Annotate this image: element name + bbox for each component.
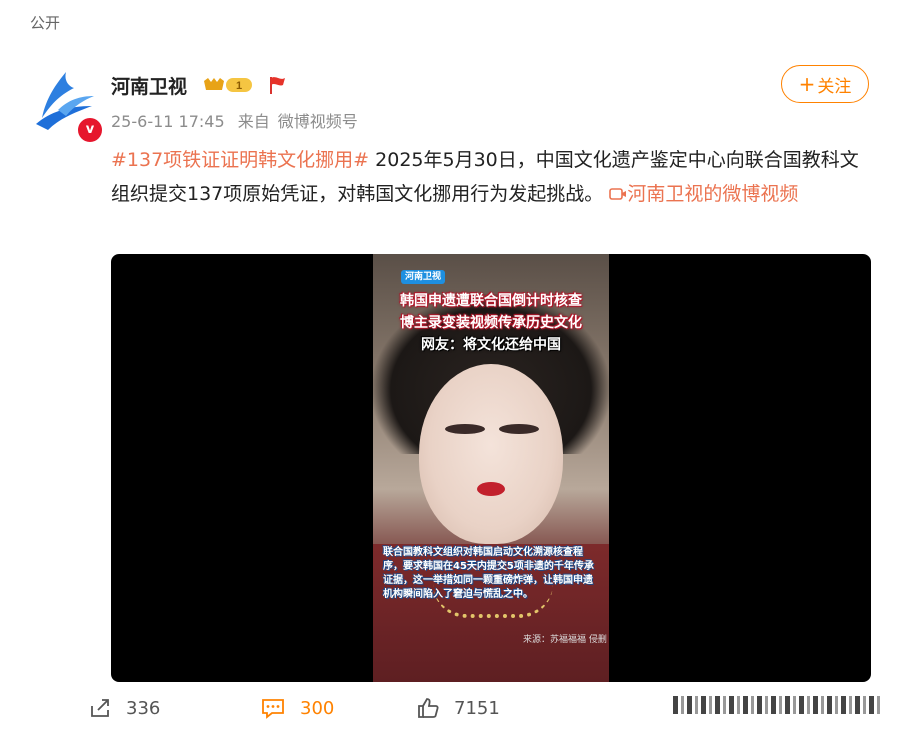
follow-label: 关注 [817,76,852,97]
share-button[interactable]: 336 [88,696,160,720]
video-caption: 韩国申遗遭联合国倒计时核查 博主录变装视频传承历史文化 网友：将文化还给中国 [381,290,601,356]
comment-button[interactable]: 300 [260,696,334,720]
like-count: 7151 [454,697,500,719]
video-link-label: 河南卫视的微博视频 [627,183,799,205]
red-flag-icon [266,74,288,96]
hashtag-link[interactable]: #137项铁证证明韩文化挪用# [111,149,369,171]
caption-line-1: 韩国申遗遭联合国倒计时核查 [400,293,582,309]
video-thumbnail-face [419,364,563,544]
video-subtitle: 联合国教科文组织对韩国启动文化溯源核查程序，要求韩国在45天内提交5项非遗的千年… [383,547,594,600]
verified-badge: v [76,116,104,144]
like-button[interactable]: 7151 [416,696,500,720]
source-name[interactable]: 微博视频号 [278,112,358,131]
share-icon [91,699,109,717]
video-icon [609,179,627,213]
action-bar: 336 300 7151 [0,696,900,726]
channel-watermark: 河南卫视 [401,270,445,284]
video-source-credit: 来源：苏福福福 侵删 [523,635,607,645]
visibility-label: 公开 [30,14,61,32]
comment-count: 300 [300,697,335,719]
follow-button[interactable]: + 关注 [781,65,869,103]
member-level-badge[interactable]: 1 [202,75,254,95]
more-options-icon[interactable] [673,696,880,714]
video-frame: 河南卫视 韩国申遗遭联合国倒计时核查 博主录变装视频传承历史文化 网友：将文化还… [373,254,609,682]
thumbs-up-icon [418,698,439,718]
level-number: 1 [236,80,242,92]
caption-line-3: 网友：将文化还给中国 [421,337,561,353]
source-prefix: 来自 [237,112,270,131]
video-player[interactable]: 河南卫视 韩国申遗遭联合国倒计时核查 博主录变装视频传承历史文化 网友：将文化还… [111,254,871,682]
comment-icon [262,699,284,719]
post-meta: 25-6-11 17:45 来自 微博视频号 [111,108,366,132]
share-count: 336 [126,697,161,719]
post-text: #137项铁证证明韩文化挪用# 2025年5月30日，中国文化遗产鉴定中心向联合… [111,143,866,213]
author-name[interactable]: 河南卫视 [111,72,187,99]
post-time[interactable]: 25-6-11 17:45 [111,112,225,131]
caption-line-2: 博主录变装视频传承历史文化 [400,315,582,331]
plus-icon: + [798,72,816,96]
video-source-link[interactable]: 河南卫视的微博视频 [609,183,798,205]
